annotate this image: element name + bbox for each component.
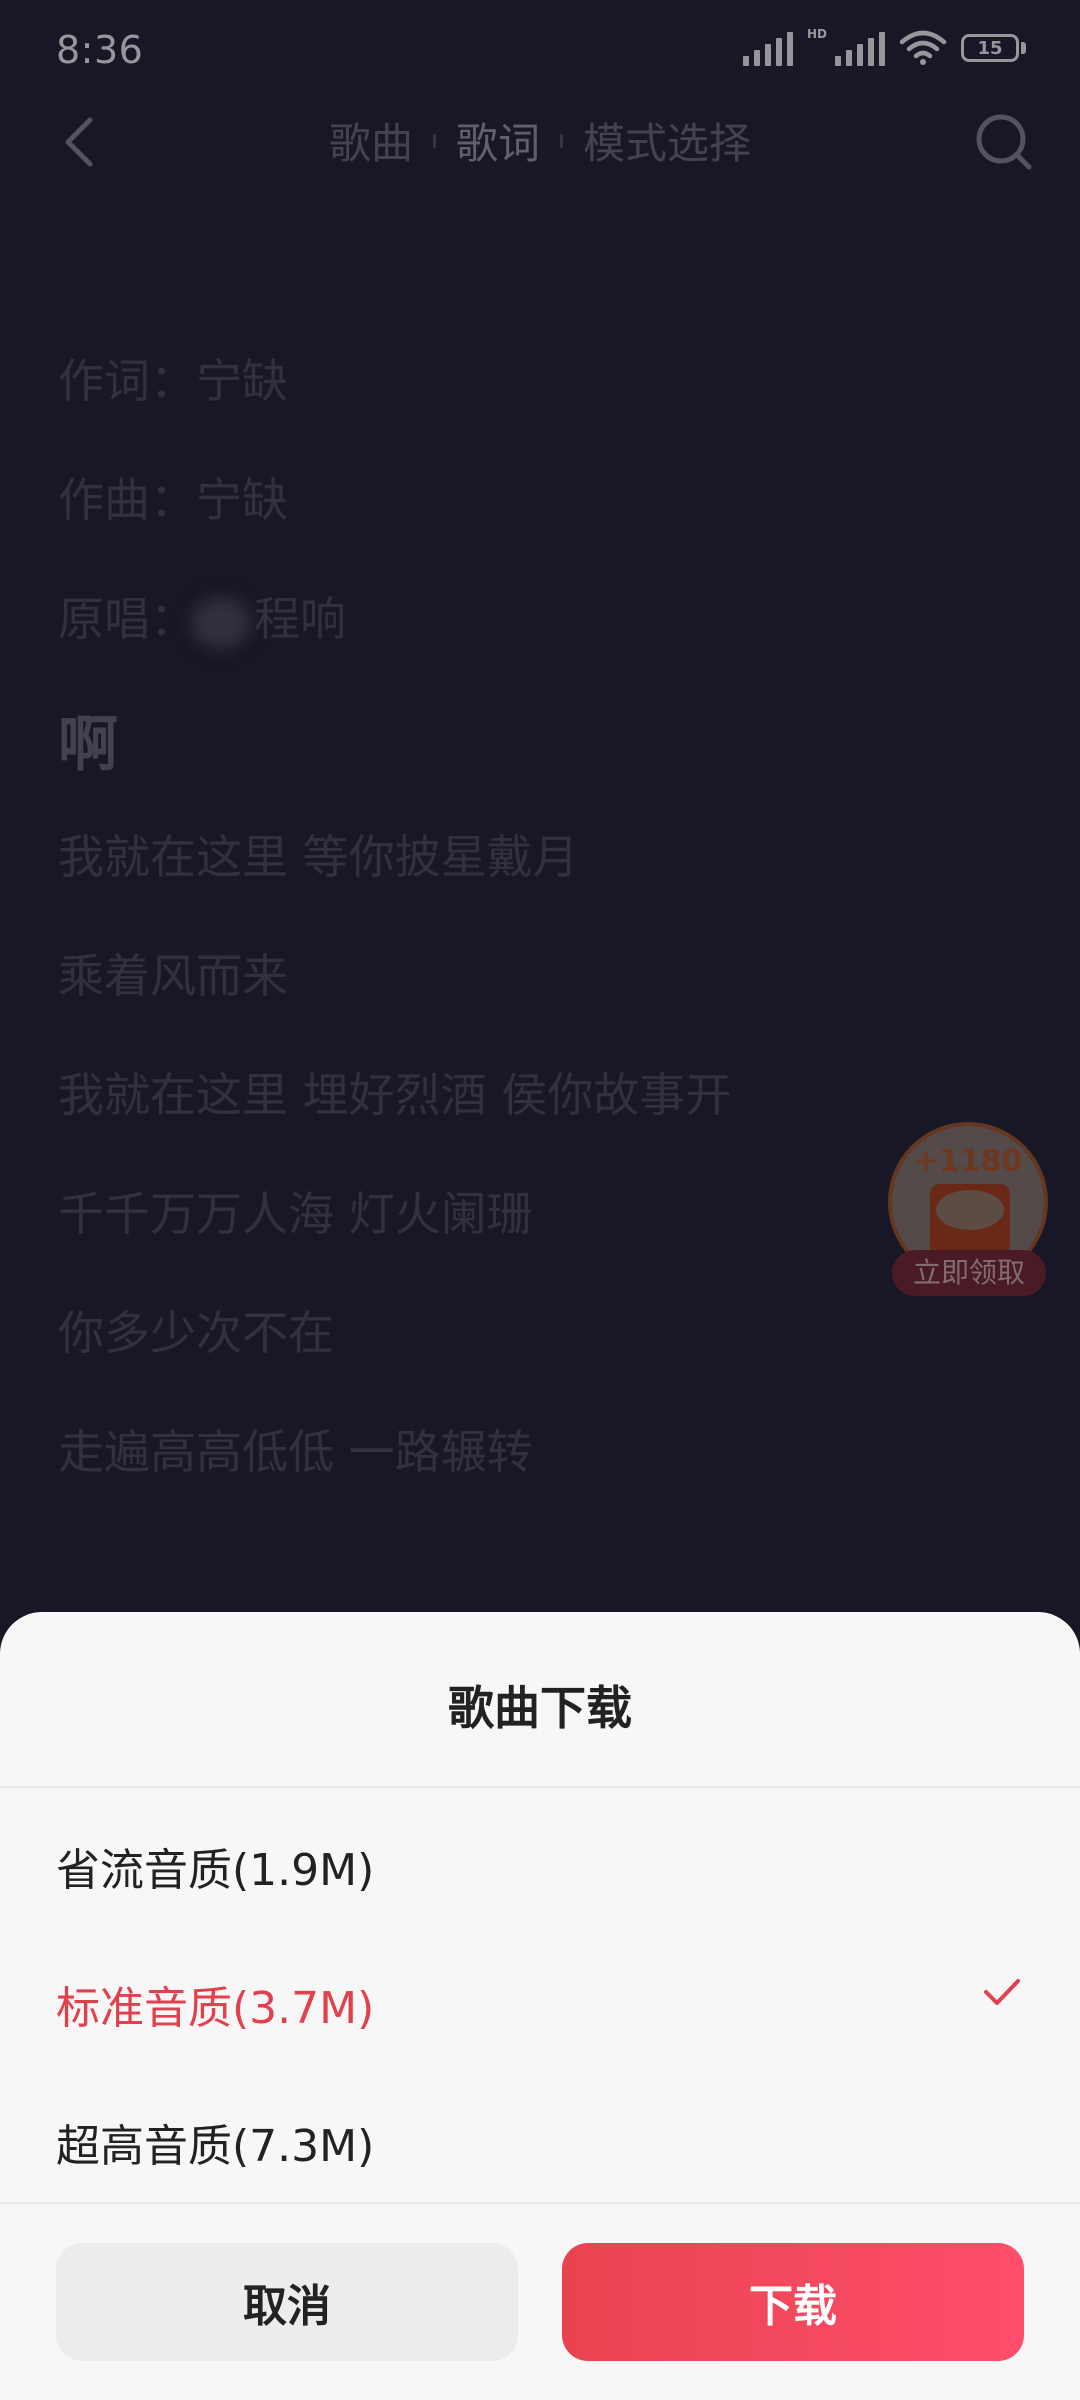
lyrics-list: 作词：宁缺 作曲：宁缺 原唱： 程响 啊 我就在这里 等你披星戴月 乘着风而来 我… — [58, 358, 1018, 1548]
status-icons: HD 15 — [742, 27, 1026, 66]
lyric-line: 我就在这里 埋好烈酒 侯你故事开 — [58, 1068, 732, 1122]
download-sheet: 歌曲下载 省流音质(1.9M) 标准音质(3.7M) 超高音质(7.3M) 取消… — [0, 1612, 1080, 2400]
blurred-region — [192, 597, 250, 648]
battery-level: 15 — [977, 37, 1003, 59]
hd-badge: HD — [806, 27, 827, 41]
tab-separator — [560, 133, 563, 148]
reward-widget[interactable]: +1180 立即领取 — [888, 1122, 1054, 1308]
tab-song[interactable]: 歌曲 — [329, 110, 413, 171]
quality-option-label: 省流音质(1.9M) — [56, 1845, 375, 1896]
quality-option-label: 标准音质(3.7M) — [56, 1983, 375, 2034]
search-icon[interactable] — [972, 110, 1036, 174]
lyric-line: 原唱： — [58, 592, 196, 646]
lyric-line: 作词：宁缺 — [58, 354, 288, 408]
lyric-line: 我就在这里 等你披星戴月 — [58, 830, 579, 884]
claim-now-button[interactable]: 立即领取 — [892, 1250, 1046, 1296]
top-nav: 歌曲 歌词 模式选择 — [0, 104, 1080, 180]
download-button[interactable]: 下载 — [562, 2243, 1024, 2361]
cellular-signal-2-icon — [835, 30, 885, 66]
singer-name: 程响 — [254, 592, 346, 646]
top-tabs: 歌曲 歌词 模式选择 — [0, 110, 1080, 171]
red-packet-icon — [930, 1184, 1010, 1256]
quality-option-economy[interactable]: 省流音质(1.9M) — [0, 1788, 1080, 1924]
battery-icon: 15 — [961, 34, 1026, 62]
wifi-icon — [899, 30, 947, 65]
quality-option-high[interactable]: 超高音质(7.3M) — [0, 2064, 1080, 2200]
cellular-signal-icon — [742, 30, 793, 66]
quality-option-standard[interactable]: 标准音质(3.7M) — [0, 1926, 1080, 2062]
lyric-line: 作曲：宁缺 — [58, 473, 288, 527]
lyric-line: 乘着风而来 — [58, 949, 288, 1003]
check-icon — [984, 1979, 1020, 2005]
sheet-title: 歌曲下载 — [448, 1681, 632, 1735]
tab-mode-select[interactable]: 模式选择 — [583, 110, 751, 171]
status-time: 8:36 — [56, 28, 144, 72]
lyric-line-current: 啊 — [58, 710, 118, 780]
reward-amount: +1180 — [913, 1144, 1023, 1179]
cancel-button[interactable]: 取消 — [56, 2243, 518, 2361]
sheet-divider — [0, 2202, 1080, 2204]
lyric-line: 走遍高高低低 一路辗转 — [58, 1425, 533, 1479]
tab-separator — [432, 133, 436, 148]
lyric-line: 你多少次不在 — [58, 1306, 334, 1360]
tab-lyrics[interactable]: 歌词 — [456, 110, 540, 171]
lyric-line-original-singer: 原唱： 程响 — [58, 596, 1018, 715]
status-bar: 8:36 HD 15 — [0, 0, 1080, 104]
quality-option-label: 超高音质(7.3M) — [56, 2121, 375, 2172]
lyric-line: 千千万万人海 灯火阑珊 — [58, 1187, 533, 1241]
